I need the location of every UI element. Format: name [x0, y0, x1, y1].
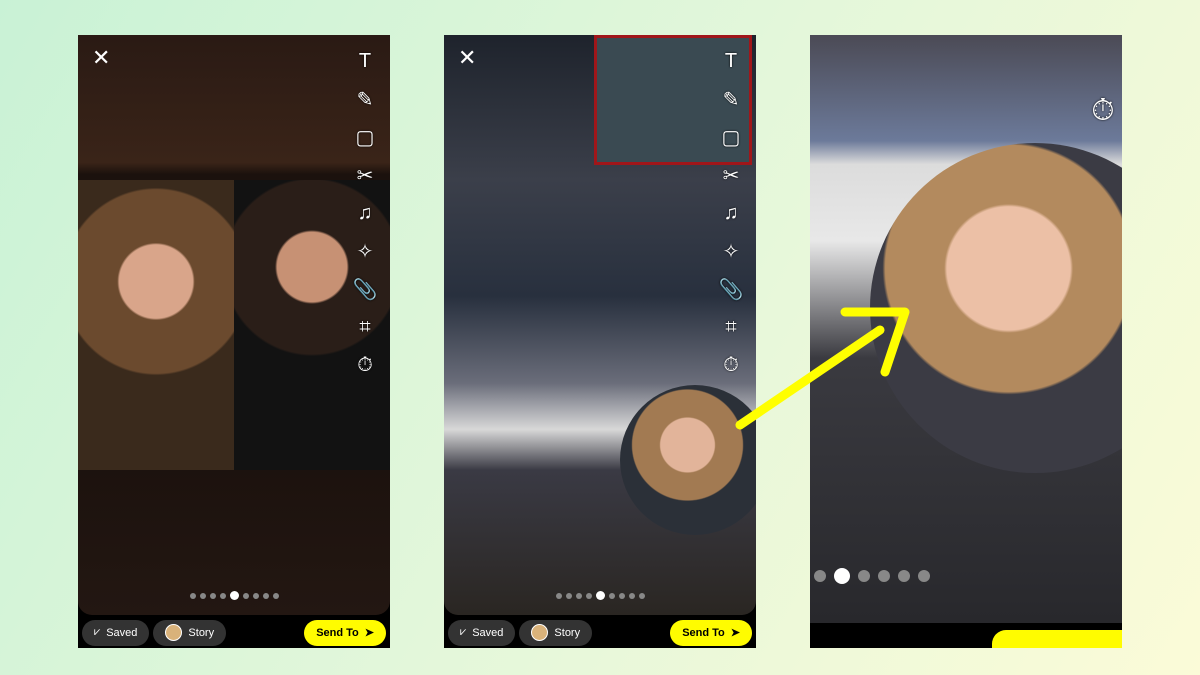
- pointer-arrow: [735, 307, 910, 430]
